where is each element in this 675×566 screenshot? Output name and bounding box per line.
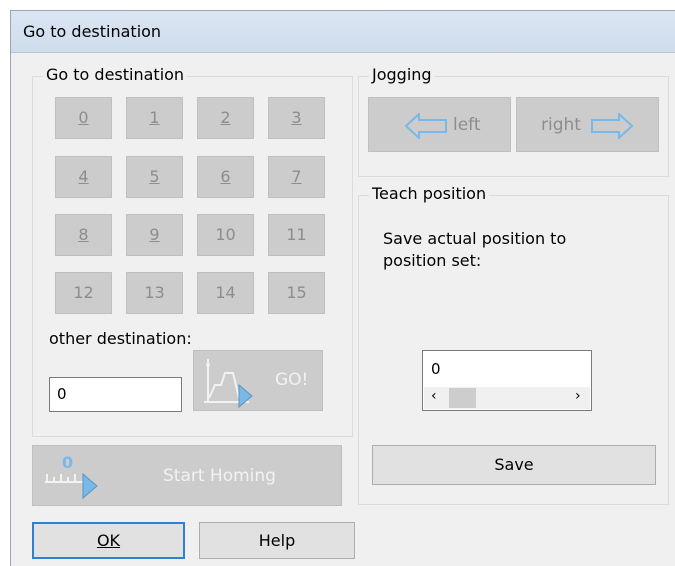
- destination-button-label: 1: [149, 108, 160, 127]
- homing-icon-value: 0: [62, 453, 74, 472]
- destination-button-1[interactable]: 1: [126, 97, 183, 139]
- destination-button-15[interactable]: 15: [268, 272, 325, 314]
- dialog-window: Go to destination Go to destination 0123…: [10, 10, 675, 566]
- destination-button-3[interactable]: 3: [268, 97, 325, 139]
- destination-button-label: 0: [78, 108, 89, 127]
- destination-button-label: 7: [291, 167, 302, 186]
- destination-button-8[interactable]: 8: [55, 214, 112, 256]
- scroll-thumb[interactable]: [449, 388, 476, 408]
- destination-button-2[interactable]: 2: [197, 97, 254, 139]
- destination-button-label: 5: [149, 167, 160, 186]
- help-button[interactable]: Help: [199, 522, 355, 559]
- destination-button-11[interactable]: 11: [268, 214, 325, 256]
- other-destination-input[interactable]: 0: [49, 377, 182, 412]
- teach-description-line1: Save actual position to: [383, 229, 567, 248]
- start-homing-button[interactable]: 0 Start Homing: [32, 445, 342, 506]
- position-set-value[interactable]: 0: [431, 360, 441, 378]
- other-destination-label: other destination:: [49, 329, 192, 348]
- destination-button-label: 12: [73, 283, 94, 302]
- ok-label: OK: [96, 531, 121, 550]
- destination-button-0[interactable]: 0: [55, 97, 112, 139]
- teach-position-title: Teach position: [369, 184, 490, 204]
- jog-right-button[interactable]: right: [516, 97, 659, 152]
- teach-description-line2: position set:: [383, 251, 482, 270]
- save-button[interactable]: Save: [372, 445, 656, 485]
- destination-group-title: Go to destination: [43, 65, 188, 85]
- arrow-right-icon: [591, 113, 633, 139]
- window-title: Go to destination: [23, 22, 162, 41]
- destination-button-label: 2: [220, 108, 231, 127]
- jog-left-button[interactable]: left: [368, 97, 511, 152]
- position-set-box: 0 ‹ ›: [422, 350, 592, 411]
- jog-right-label: right: [541, 115, 581, 135]
- destination-button-9[interactable]: 9: [126, 214, 183, 256]
- other-destination-value: 0: [57, 385, 67, 403]
- destination-button-label: 8: [78, 225, 89, 244]
- destination-button-label: 13: [144, 283, 165, 302]
- destination-button-label: 3: [291, 108, 302, 127]
- homing-ruler-icon: [45, 472, 98, 500]
- destination-button-label: 9: [149, 225, 160, 244]
- destination-button-4[interactable]: 4: [55, 156, 112, 198]
- scroll-left-arrow-icon[interactable]: ‹: [431, 388, 437, 404]
- destination-button-label: 10: [215, 225, 236, 244]
- jogging-group-title: Jogging: [369, 65, 435, 85]
- destination-button-5[interactable]: 5: [126, 156, 183, 198]
- destination-button-label: 14: [215, 283, 236, 302]
- scroll-right-arrow-icon[interactable]: ›: [575, 388, 581, 404]
- motion-profile-icon: [204, 359, 253, 409]
- title-bar: Go to destination: [11, 11, 675, 53]
- destination-button-label: 6: [220, 167, 231, 186]
- ok-button[interactable]: OK: [32, 522, 185, 559]
- destination-button-label: 11: [286, 225, 307, 244]
- destination-button-10[interactable]: 10: [197, 214, 254, 256]
- destination-button-label: 4: [78, 167, 89, 186]
- save-label: Save: [494, 455, 534, 474]
- go-button[interactable]: GO!: [193, 350, 323, 411]
- destination-button-14[interactable]: 14: [197, 272, 254, 314]
- destination-button-7[interactable]: 7: [268, 156, 325, 198]
- destination-button-12[interactable]: 12: [55, 272, 112, 314]
- destination-button-13[interactable]: 13: [126, 272, 183, 314]
- destination-button-6[interactable]: 6: [197, 156, 254, 198]
- jog-left-label: left: [453, 115, 481, 135]
- help-label: Help: [258, 531, 296, 550]
- position-set-scrollbar[interactable]: ‹ ›: [424, 387, 590, 409]
- start-homing-label: Start Homing: [163, 466, 276, 486]
- destination-button-label: 15: [286, 283, 307, 302]
- go-label: GO!: [275, 370, 309, 390]
- arrow-left-icon: [405, 113, 447, 139]
